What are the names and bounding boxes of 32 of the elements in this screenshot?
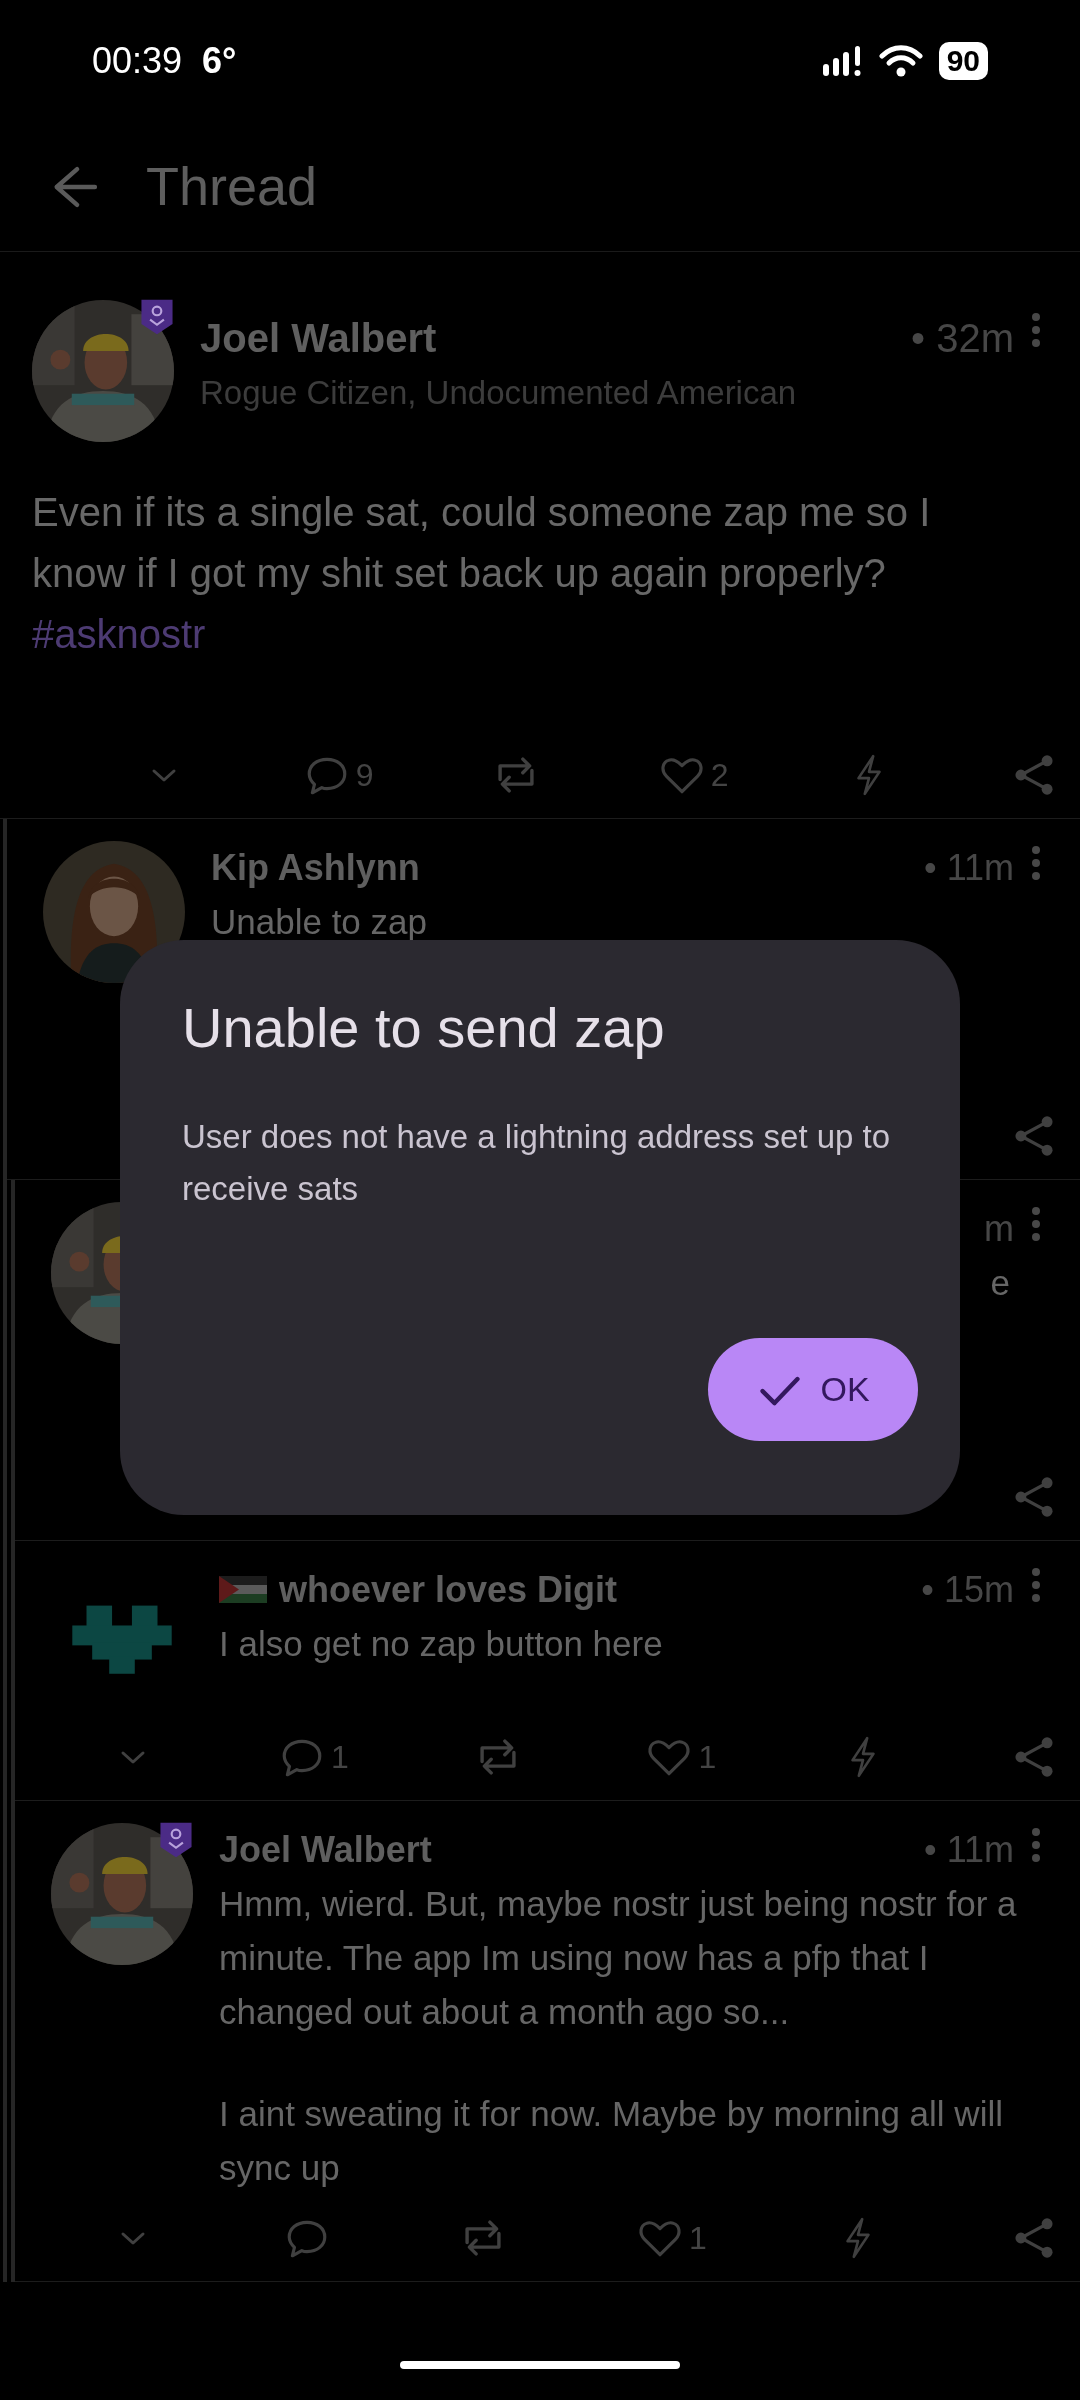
ok-button[interactable]: OK: [708, 1338, 918, 1441]
author-name[interactable]: Joel Walbert: [200, 308, 437, 368]
post-time: • 32m: [911, 315, 1014, 362]
wifi-icon: [878, 44, 923, 78]
battery-indicator: 90: [938, 42, 988, 80]
reply-text: Hmm, wierd. But, maybe nostr just being nostr for a minute. The app Im using now has a pfp that I changed out about a month ago so...: [219, 1883, 1018, 2033]
comment-count: 9: [355, 756, 374, 795]
temperature: 6°: [202, 39, 237, 83]
like-count: 2: [710, 756, 729, 795]
like-count: 1: [688, 2219, 707, 2258]
home-indicator[interactable]: [400, 2361, 680, 2369]
signal-icon: [822, 46, 863, 76]
like-count: 1: [698, 1738, 717, 1777]
author-bio: Rogue Citizen, Undocumented American: [200, 373, 798, 413]
status-time: 00:39: [92, 39, 183, 83]
author-name[interactable]: whoever loves Digit: [279, 1563, 618, 1617]
reply-text: e: [990, 1263, 1010, 1302]
dialog-message: User does not have a lightning address set up to receive sats: [182, 1117, 892, 1210]
post-time: • 11m: [924, 846, 1014, 890]
author-name[interactable]: Joel Walbert: [219, 1823, 432, 1877]
reply-text: I aint sweating it for now. Maybe by morning all will sync up: [219, 2093, 1004, 2189]
post-time: • 11m: [924, 1828, 1014, 1872]
post-time: m: [984, 1207, 1014, 1251]
post-time: • 15m: [921, 1568, 1014, 1612]
reply-text: Unable to zap: [211, 901, 428, 943]
reply-text: I also get no zap button here: [219, 1623, 664, 1665]
page-title: Thread: [146, 155, 318, 218]
dialog-title: Unable to send zap: [182, 995, 666, 1061]
hashtag-link[interactable]: #asknostr: [32, 604, 206, 665]
author-name[interactable]: Kip Ashlynn: [211, 841, 420, 895]
comment-count: 1: [330, 1738, 349, 1777]
post-text: Even if its a single sat, could someone zap me so I know if I got my shit set back up again properly?: [32, 489, 932, 597]
